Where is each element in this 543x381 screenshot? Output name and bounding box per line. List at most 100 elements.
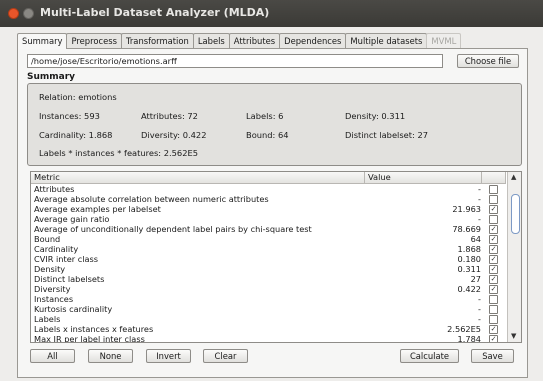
metric-name: Attributes bbox=[34, 184, 75, 194]
metric-checkbox[interactable] bbox=[489, 195, 498, 204]
tab-preprocess[interactable]: Preprocess bbox=[66, 33, 122, 48]
minimize-window-icon[interactable] bbox=[23, 8, 34, 19]
metric-checkbox[interactable] bbox=[489, 315, 498, 324]
metric-value: - bbox=[478, 294, 481, 304]
metric-checkbox[interactable]: ✓ bbox=[489, 325, 498, 334]
cardinality-label: Cardinality: 1.868 bbox=[39, 130, 113, 140]
metric-name: Cardinality bbox=[34, 244, 79, 254]
table-row[interactable]: Density 0.311 ✓ bbox=[31, 264, 506, 274]
diversity-label: Diversity: 0.422 bbox=[141, 130, 207, 140]
choose-file-button[interactable]: Choose file bbox=[457, 54, 519, 68]
table-row[interactable]: Average absolute correlation between num… bbox=[31, 194, 506, 204]
metric-column-header[interactable]: Metric bbox=[31, 172, 365, 183]
metric-value: 1.868 bbox=[457, 244, 481, 254]
metric-name: Max IR per label inter class bbox=[34, 334, 145, 343]
metric-name: Average examples per labelset bbox=[34, 204, 161, 214]
metric-value: - bbox=[478, 214, 481, 224]
table-row[interactable]: Average of unconditionally dependent lab… bbox=[31, 224, 506, 234]
metric-name: Average absolute correlation between num… bbox=[34, 194, 269, 204]
scroll-up-icon[interactable]: ▲ bbox=[511, 173, 516, 181]
metric-value: - bbox=[478, 304, 481, 314]
tab-dependences[interactable]: Dependences bbox=[279, 33, 347, 48]
metric-value: - bbox=[478, 314, 481, 324]
tab-attributes[interactable]: Attributes bbox=[228, 33, 281, 48]
invert-selection-button[interactable]: Invert bbox=[146, 349, 191, 363]
table-row[interactable]: Kurtosis cardinality - bbox=[31, 304, 506, 314]
table-row[interactable]: Cardinality 1.868 ✓ bbox=[31, 244, 506, 254]
tab-summary[interactable]: Summary bbox=[17, 33, 68, 49]
product-label: Labels * instances * features: 2.562E5 bbox=[39, 148, 199, 158]
table-row[interactable]: Instances - bbox=[31, 294, 506, 304]
metric-name: Bound bbox=[34, 234, 61, 244]
save-button[interactable]: Save bbox=[471, 349, 514, 363]
select-none-button[interactable]: None bbox=[88, 349, 133, 363]
metric-checkbox[interactable] bbox=[489, 215, 498, 224]
metric-name: Instances bbox=[34, 294, 74, 304]
distinct-labelset-label: Distinct labelset: 27 bbox=[345, 130, 429, 140]
tab-multiple-datasets[interactable]: Multiple datasets bbox=[345, 33, 428, 48]
table-header: Metric Value bbox=[31, 172, 506, 184]
value-column-header[interactable]: Value bbox=[365, 172, 482, 183]
metric-checkbox[interactable]: ✓ bbox=[489, 255, 498, 264]
metric-value: 0.422 bbox=[457, 284, 481, 294]
summary-box: Relation: emotions Instances: 593 Attrib… bbox=[27, 83, 522, 166]
select-column-header[interactable] bbox=[482, 172, 506, 183]
bound-label: Bound: 64 bbox=[246, 130, 289, 140]
metric-value: - bbox=[478, 184, 481, 194]
tab-transformation[interactable]: Transformation bbox=[120, 33, 194, 48]
close-window-icon[interactable] bbox=[8, 8, 19, 19]
table-row[interactable]: Distinct labelsets 27 ✓ bbox=[31, 274, 506, 284]
relation-label: Relation: emotions bbox=[39, 92, 117, 102]
metric-checkbox[interactable]: ✓ bbox=[489, 225, 498, 234]
metric-name: Labels x instances x features bbox=[34, 324, 154, 334]
labels-label: Labels: 6 bbox=[246, 111, 284, 121]
metric-name: Average gain ratio bbox=[34, 214, 110, 224]
table-row[interactable]: Diversity 0.422 ✓ bbox=[31, 284, 506, 294]
metric-value: 78.669 bbox=[452, 224, 481, 234]
metric-checkbox[interactable]: ✓ bbox=[489, 205, 498, 214]
table-row[interactable]: Max IR per label inter class 1.784 ✓ bbox=[31, 334, 506, 343]
tab-labels[interactable]: Labels bbox=[192, 33, 230, 48]
file-path-field[interactable]: /home/jose/Escritorio/emotions.arff bbox=[27, 54, 443, 68]
metric-name: Density bbox=[34, 264, 66, 274]
metric-checkbox[interactable]: ✓ bbox=[489, 245, 498, 254]
scroll-thumb[interactable] bbox=[511, 194, 520, 234]
metric-checkbox[interactable] bbox=[489, 185, 498, 194]
metric-checkbox[interactable]: ✓ bbox=[489, 275, 498, 284]
table-body: Attributes - Average absolute correlation … bbox=[31, 184, 506, 343]
metric-value: 27 bbox=[470, 274, 481, 284]
table-row[interactable]: CVIR inter class 0.180 ✓ bbox=[31, 254, 506, 264]
tab-mvml: MVML bbox=[426, 33, 462, 48]
metric-value: 21.963 bbox=[452, 204, 481, 214]
metric-name: Average of unconditionally dependent lab… bbox=[34, 224, 312, 234]
table-row[interactable]: Average examples per labelset 21.963 ✓ bbox=[31, 204, 506, 214]
metric-value: 1.784 bbox=[457, 334, 481, 343]
metric-value: 0.311 bbox=[457, 264, 481, 274]
metric-value: 0.180 bbox=[457, 254, 481, 264]
table-row[interactable]: Bound 64 ✓ bbox=[31, 234, 506, 244]
title-bar: Multi-Label Dataset Analyzer (MLDA) bbox=[0, 0, 543, 27]
attributes-label: Attributes: 72 bbox=[141, 111, 198, 121]
scroll-down-icon[interactable]: ▼ bbox=[511, 332, 516, 340]
metric-checkbox[interactable]: ✓ bbox=[489, 335, 498, 342]
table-row[interactable]: Labels x instances x features 2.562E5 ✓ bbox=[31, 324, 506, 334]
clear-button[interactable]: Clear bbox=[203, 349, 248, 363]
table-row[interactable]: Attributes - bbox=[31, 184, 506, 194]
metric-checkbox[interactable] bbox=[489, 295, 498, 304]
metric-checkbox[interactable]: ✓ bbox=[489, 235, 498, 244]
window-title: Multi-Label Dataset Analyzer (MLDA) bbox=[40, 6, 270, 19]
table-row[interactable]: Labels - bbox=[31, 314, 506, 324]
metric-name: Diversity bbox=[34, 284, 71, 294]
metric-name: Labels bbox=[34, 314, 61, 324]
metric-checkbox[interactable]: ✓ bbox=[489, 285, 498, 294]
tab-bar: Summary Preprocess Transformation Labels… bbox=[17, 33, 462, 49]
table-scrollbar[interactable]: ▲ ▼ bbox=[507, 172, 521, 342]
calculate-button[interactable]: Calculate bbox=[400, 349, 459, 363]
metric-checkbox[interactable] bbox=[489, 305, 498, 314]
metric-name: CVIR inter class bbox=[34, 254, 99, 264]
metric-checkbox[interactable]: ✓ bbox=[489, 265, 498, 274]
table-row[interactable]: Average gain ratio - bbox=[31, 214, 506, 224]
density-label: Density: 0.311 bbox=[345, 111, 406, 121]
summary-title: Summary bbox=[27, 72, 76, 82]
select-all-button[interactable]: All bbox=[30, 349, 75, 363]
